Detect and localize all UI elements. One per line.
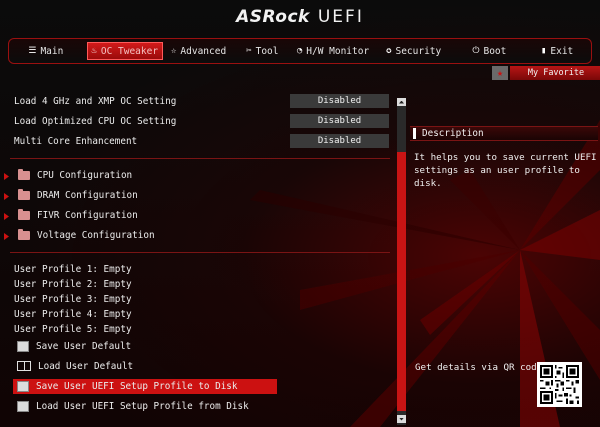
folder-icon xyxy=(18,188,30,200)
action-load-user-default[interactable]: Load User Default xyxy=(14,359,133,373)
action-load-profile-from-disk[interactable]: Load User UEFI Setup Profile from Disk xyxy=(14,399,249,413)
divider xyxy=(10,252,390,253)
tab-security[interactable]: ✪ Security xyxy=(378,42,450,60)
qr-label: Get details via QR code xyxy=(415,362,543,373)
tab-tool[interactable]: ✂ Tool xyxy=(236,42,288,60)
user-profile-2: User Profile 2: Empty xyxy=(14,277,132,291)
tab-label: Boot xyxy=(483,45,507,57)
wrench-icon: ✂ xyxy=(246,46,252,56)
my-favorite-label: My Favorite xyxy=(510,66,600,80)
description-header: Description xyxy=(410,126,598,141)
submenu-label: FIVR Configuration xyxy=(37,209,138,221)
submenu-arrow-icon xyxy=(4,193,9,200)
action-save-user-default[interactable]: Save User Default xyxy=(14,339,131,353)
setting-label: Load Optimized CPU OC Setting xyxy=(14,115,177,127)
action-label: Load User UEFI Setup Profile from Disk xyxy=(36,400,249,412)
product-name: UEFI xyxy=(317,7,364,27)
profile-label: User Profile 4: Empty xyxy=(14,308,132,320)
disk-load-icon xyxy=(17,400,29,412)
profile-label: User Profile 5: Empty xyxy=(14,323,132,335)
submenu-dram-configuration[interactable]: DRAM Configuration xyxy=(16,188,138,202)
submenu-arrow-icon xyxy=(4,173,9,180)
submenu-cpu-configuration[interactable]: CPU Configuration xyxy=(16,168,132,182)
tab-boot[interactable]: ⏻ Boot xyxy=(460,42,520,60)
power-icon: ⏻ xyxy=(472,46,480,56)
profile-label: User Profile 3: Empty xyxy=(14,293,132,305)
submenu-label: CPU Configuration xyxy=(37,169,133,181)
divider xyxy=(10,158,390,159)
tab-label: Security xyxy=(395,45,442,57)
my-favorite-button[interactable]: ★ My Favorite xyxy=(492,66,600,80)
list-icon: ☰ xyxy=(28,46,37,56)
tab-label: Advanced xyxy=(180,45,227,57)
setting-label: Load 4 GHz and XMP OC Setting xyxy=(14,95,177,107)
shield-icon: ✪ xyxy=(386,46,392,56)
submenu-arrow-icon xyxy=(4,213,9,220)
tab-label: Exit xyxy=(550,45,574,57)
submenu-label: Voltage Configuration xyxy=(37,229,155,241)
user-profile-1: User Profile 1: Empty xyxy=(14,262,132,276)
star-icon: ☆ xyxy=(170,46,177,56)
disk-save-icon xyxy=(17,380,29,392)
user-profile-5: User Profile 5: Empty xyxy=(14,322,132,336)
user-profile-4: User Profile 4: Empty xyxy=(14,307,132,321)
tab-advanced[interactable]: ☆ Advanced xyxy=(165,42,233,60)
description-title: Description xyxy=(422,128,484,139)
tab-label: H/W Monitor xyxy=(306,45,370,57)
arrow-up-icon xyxy=(399,100,404,104)
submenu-arrow-icon xyxy=(4,233,9,240)
settings-panel: Load 4 GHz and XMP OC Setting Disabled L… xyxy=(0,88,395,427)
setting-value-multi-core[interactable]: Disabled xyxy=(290,134,389,148)
tab-bar: ☰ Main ♨ OC Tweaker ☆ Advanced ✂ Tool ◔ H/W M… xyxy=(8,38,592,64)
flame-icon: ♨ xyxy=(91,46,97,56)
tab-label: OC Tweaker xyxy=(100,45,159,57)
book-icon xyxy=(17,361,31,371)
action-label: Load User Default xyxy=(38,360,134,372)
action-label: Save User UEFI Setup Profile to Disk xyxy=(36,380,238,392)
profile-label: User Profile 1: Empty xyxy=(14,263,132,275)
save-icon xyxy=(17,340,29,352)
submenu-voltage-configuration[interactable]: Voltage Configuration xyxy=(16,228,155,242)
tab-exit[interactable]: ▮ Exit xyxy=(529,42,585,60)
arrow-down-icon xyxy=(399,417,404,421)
submenu-label: DRAM Configuration xyxy=(37,189,138,201)
exit-icon: ▮ xyxy=(540,46,547,56)
tab-label: Main xyxy=(40,45,64,57)
action-save-profile-to-disk[interactable]: Save User UEFI Setup Profile to Disk xyxy=(14,379,238,393)
setting-value-load-4ghz[interactable]: Disabled xyxy=(290,94,389,108)
qr-code xyxy=(537,362,582,407)
setting-label: Multi Core Enhancement xyxy=(14,135,138,147)
folder-icon xyxy=(18,168,30,180)
header-bar xyxy=(413,128,416,139)
scroll-down-button[interactable] xyxy=(397,415,406,423)
brand-name: ASRock xyxy=(236,7,310,27)
header-logo: ASRock UEFI xyxy=(0,0,600,34)
tab-main[interactable]: ☰ Main xyxy=(15,42,77,60)
scrollbar-thumb[interactable] xyxy=(397,152,406,411)
description-text: It helps you to save current UEFI settin… xyxy=(414,152,597,189)
tab-hw-monitor[interactable]: ◔ H/W Monitor xyxy=(290,42,376,60)
star-icon: ★ xyxy=(492,66,508,80)
tab-oc-tweaker[interactable]: ♨ OC Tweaker xyxy=(86,42,163,60)
scroll-up-button[interactable] xyxy=(397,98,406,106)
submenu-fivr-configuration[interactable]: FIVR Configuration xyxy=(16,208,138,222)
setting-value-load-optimized-cpu[interactable]: Disabled xyxy=(290,114,389,128)
user-profile-3: User Profile 3: Empty xyxy=(14,292,132,306)
folder-icon xyxy=(18,208,30,220)
tab-label: Tool xyxy=(255,45,279,57)
action-label: Save User Default xyxy=(36,340,132,352)
profile-label: User Profile 2: Empty xyxy=(14,278,132,290)
monitor-icon: ◔ xyxy=(296,46,303,56)
folder-icon xyxy=(18,228,30,240)
